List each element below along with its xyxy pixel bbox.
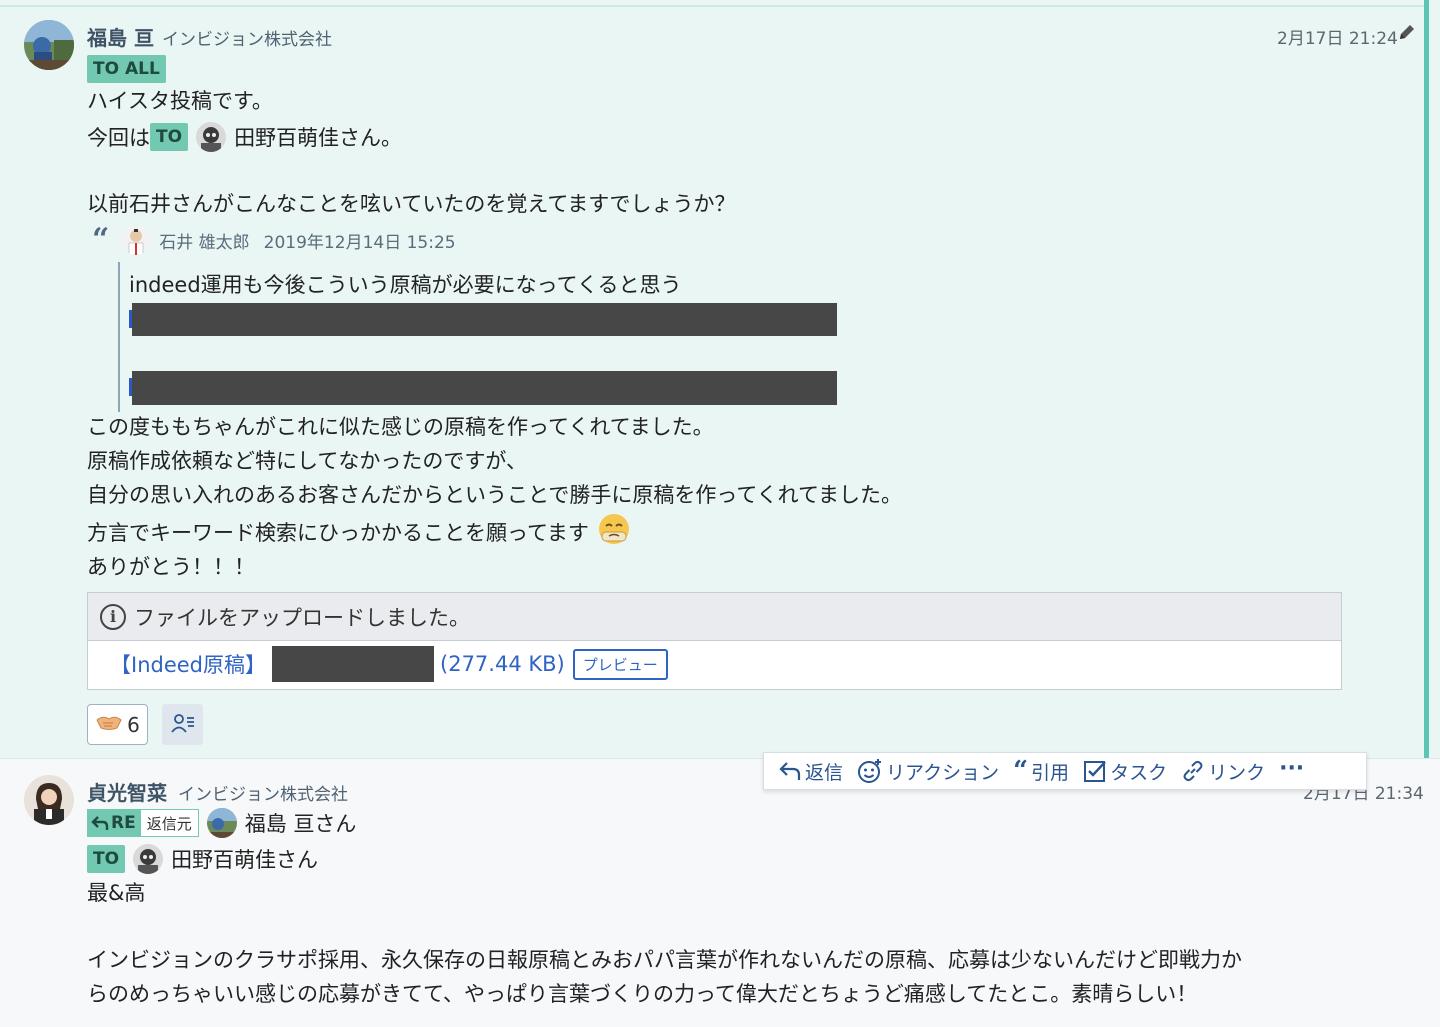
message-line: 方言でキーワード検索にひっかかることを願ってます [87, 520, 589, 545]
message-line-row: 方言でキーワード検索にひっかかることを願ってます [87, 512, 631, 551]
file-header-text: ファイルをアップロードしました。 [134, 605, 470, 630]
re-source-label: 返信元 [140, 810, 198, 836]
reply-row: RE 返信元 福島 亘さん [87, 808, 356, 838]
mention-avatar[interactable] [196, 122, 227, 152]
link-label: リンク [1208, 761, 1266, 784]
redacted-block [132, 303, 837, 336]
to-badge: TO [150, 123, 189, 151]
quote-bar [118, 262, 120, 412]
message-line: 原稿作成依頼など特にしてなかったのですが、 [87, 449, 527, 473]
message-divider [0, 5, 1424, 7]
mention-name[interactable]: 田野百萌佳さん。 [234, 122, 402, 152]
reaction-label: リアクション [886, 761, 1000, 784]
reaction-users-icon [170, 712, 195, 738]
file-attachment: i ファイルをアップロードしました。 【Indeed原稿】 (277.44 KB… [87, 592, 1342, 690]
to-badge: TO [87, 845, 126, 873]
file-size: (277.44 KB) [440, 652, 565, 676]
preview-button[interactable]: プレビュー [572, 648, 668, 680]
reply-label: 返信 [805, 761, 844, 784]
mention-row: 今回は TO 田野百萌佳さん。 [87, 122, 402, 152]
quote-button[interactable]: “ 引用 [1013, 758, 1069, 785]
quote-author[interactable]: 石井 雄太郎 [159, 228, 249, 253]
re-label: RE [111, 813, 136, 833]
quote-icon: “ [92, 222, 110, 257]
reaction-count: 6 [127, 712, 140, 737]
file-row: 【Indeed原稿】 (277.44 KB) プレビュー [110, 646, 668, 682]
avatar[interactable] [24, 20, 74, 70]
reaction-button[interactable]: 6 [87, 704, 148, 745]
task-label: タスク [1110, 761, 1168, 784]
unread-indicator [1424, 0, 1429, 758]
reaction-icon [858, 759, 882, 783]
timestamp[interactable]: 2月17日 21:24 [1277, 24, 1398, 49]
link-button[interactable]: リンク [1181, 758, 1265, 785]
quote-header: “ 石井 雄太郎 2019年12月14日 15:25 [92, 225, 456, 255]
worried-face-icon [597, 512, 631, 551]
to-name[interactable]: 田野百萌佳さん [171, 844, 318, 874]
reply-target-avatar[interactable] [206, 808, 237, 838]
message-line: 自分の思い入れのあるお客さんだからということで勝手に原稿を作ってくれてました。 [87, 483, 903, 507]
reply-target-name[interactable]: 福島 亘さん [245, 808, 357, 838]
message-line: インビジョンのクラサポ採用、永久保存の日報原稿とみおパパ言葉が作れないんだの原稿… [87, 948, 1242, 972]
message-action-bar: 返信 リアクション “ 引用 タスク リンク ··· [763, 752, 1367, 790]
message-line: らのめっちゃいい感じの応募がきてて、やっぱり言葉づくりの力って偉大だとちょうど痛… [87, 982, 1198, 1006]
reaction-add-button[interactable]: リアクション [857, 758, 999, 785]
edit-pencil-icon[interactable] [1397, 22, 1417, 46]
reply-badge[interactable]: RE 返信元 [87, 809, 199, 837]
message-line: ありがとう！！！ [87, 555, 255, 579]
sender-name[interactable]: 福島 亘 [87, 22, 154, 51]
quote-icon: “ [1013, 756, 1029, 786]
reaction-users-button[interactable] [162, 704, 203, 745]
quote-text: indeed運用も今後こういう原稿が必要になってくると思う [129, 273, 682, 297]
message-line: 今回は [87, 126, 150, 150]
redacted-filename [272, 646, 435, 682]
info-icon: i [100, 603, 126, 630]
more-icon[interactable]: ··· [1279, 756, 1304, 781]
quote-label: 引用 [1031, 761, 1070, 784]
to-row: TO 田野百萌佳さん [87, 844, 318, 874]
message-line: ハイスタ投稿です。 [87, 89, 273, 113]
sender-org: インビジョン株式会社 [178, 785, 348, 805]
reply-icon [779, 762, 801, 780]
link-icon [1183, 760, 1203, 782]
avatar[interactable] [24, 775, 74, 825]
reply-icon [91, 816, 109, 830]
task-button[interactable]: タスク [1083, 758, 1167, 785]
message-line: この度ももちゃんがこれに似た感じの原稿を作ってくれてました。 [87, 415, 714, 439]
quote-author-avatar[interactable] [121, 225, 152, 255]
task-icon [1084, 761, 1106, 782]
message-line: 最&高 [87, 881, 146, 905]
reply-button[interactable]: 返信 [778, 758, 843, 785]
to-avatar[interactable] [133, 844, 164, 874]
file-name[interactable]: 【Indeed原稿】 [110, 649, 266, 679]
handshake-icon [95, 712, 123, 737]
re-badge-left: RE [88, 810, 141, 836]
sender-org: インビジョン株式会社 [162, 30, 332, 50]
quote-date[interactable]: 2019年12月14日 15:25 [264, 228, 456, 253]
message-line: 以前石井さんがこんなことを呟いていたのを覚えてますでしょうか？ [87, 192, 736, 216]
to-all-badge: TO ALL [87, 55, 166, 83]
sender-name[interactable]: 貞光智菜 [87, 777, 167, 806]
redacted-block [132, 371, 837, 405]
file-attachment-header: i ファイルをアップロードしました。 [88, 593, 1341, 641]
